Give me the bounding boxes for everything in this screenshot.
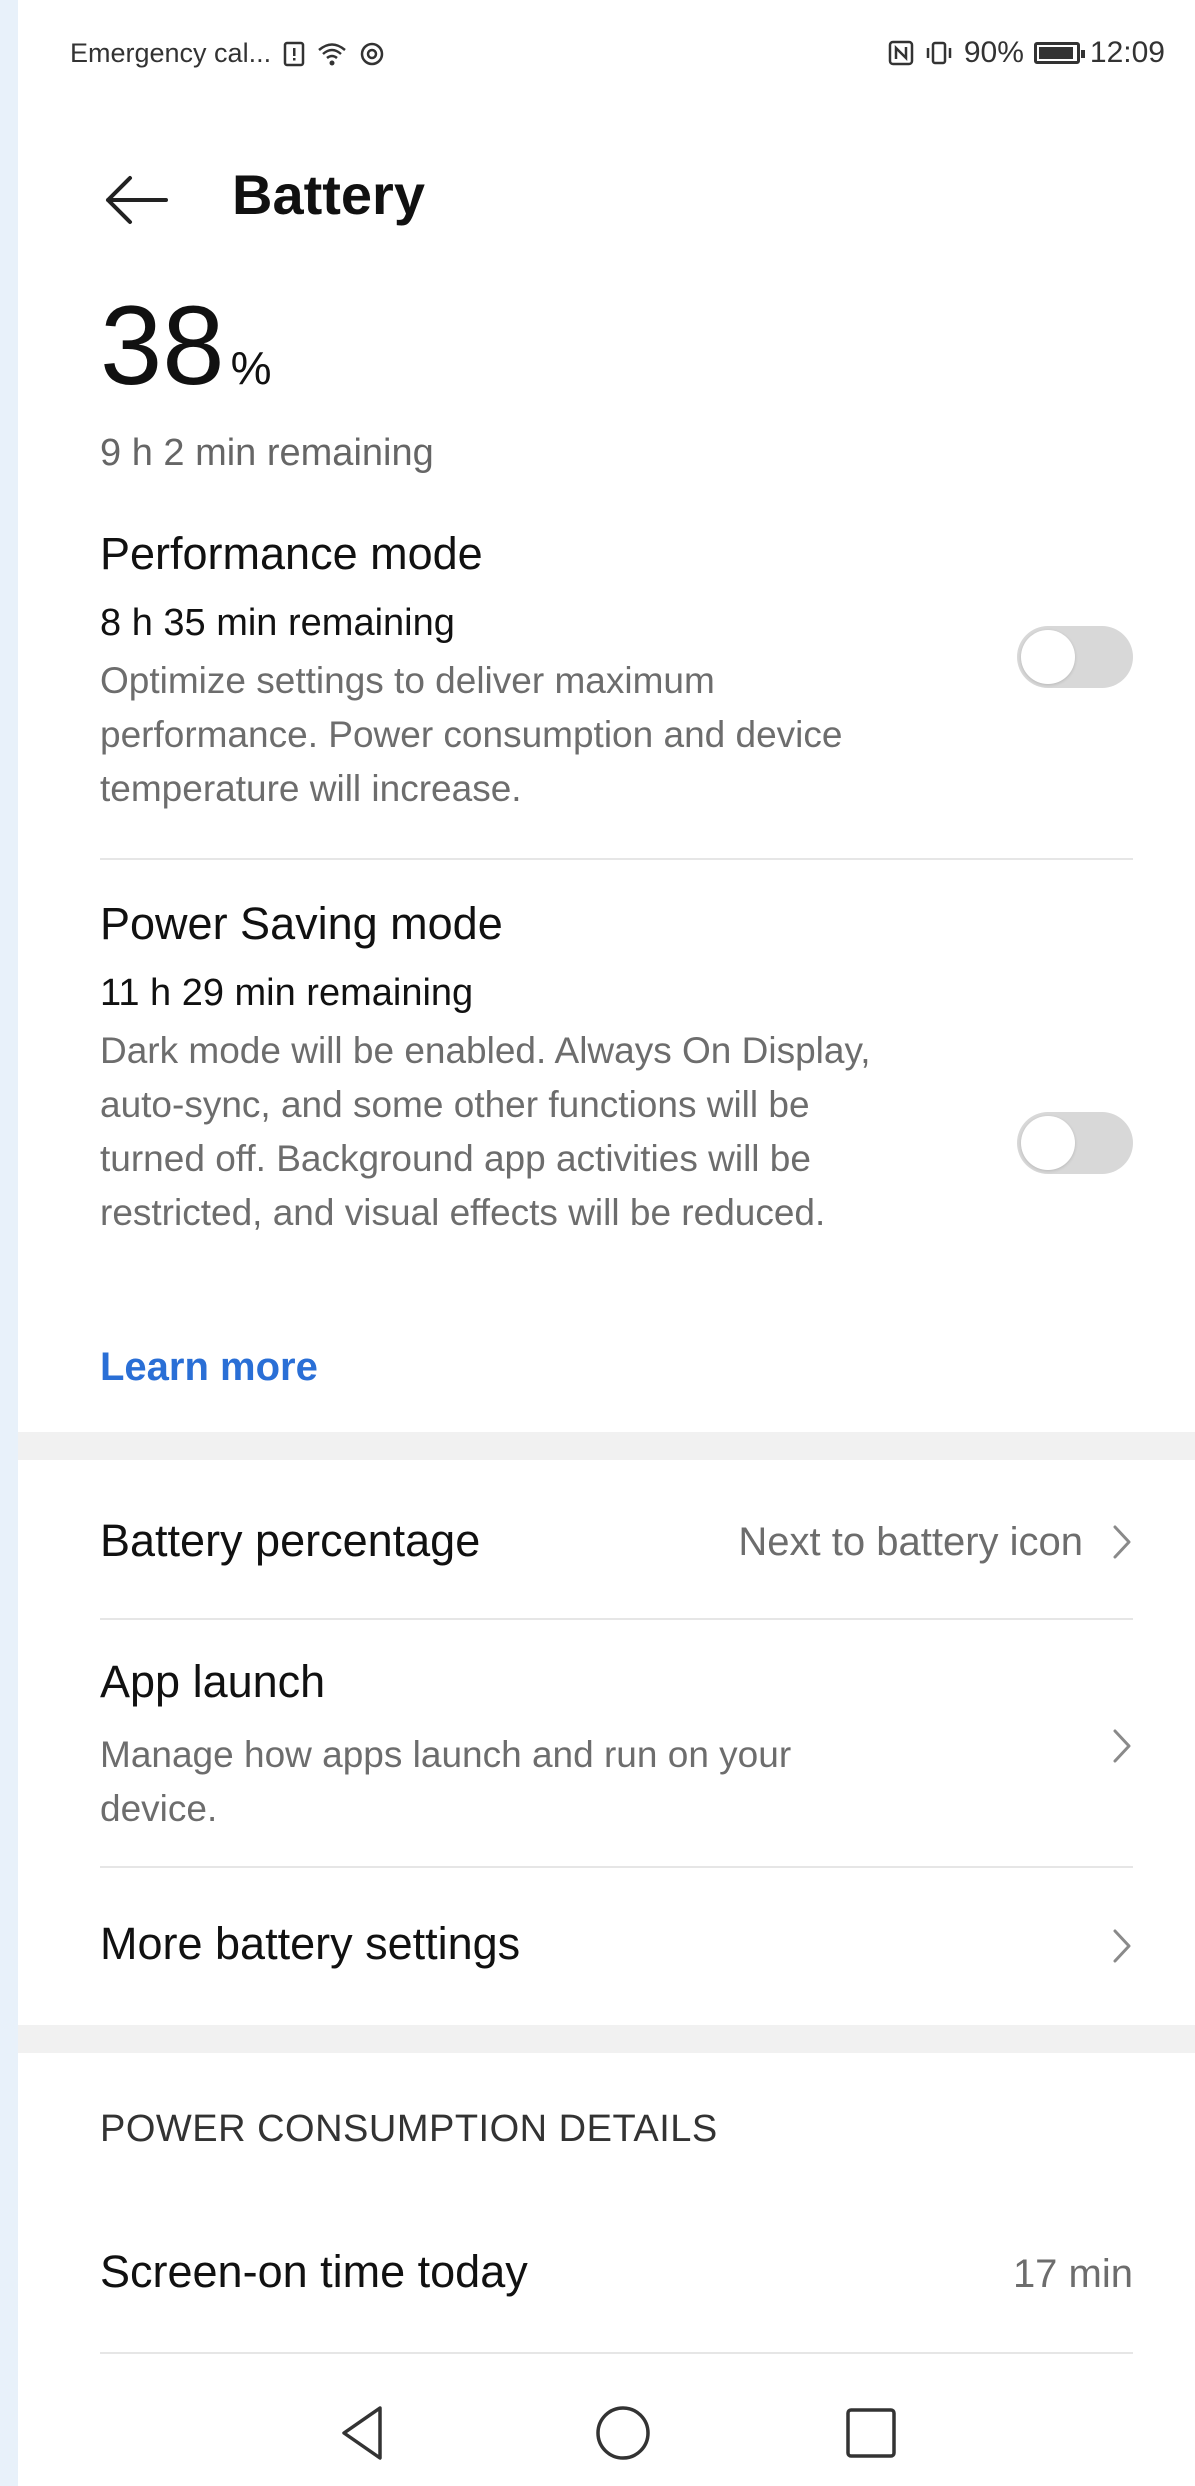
nfc-icon xyxy=(888,40,914,66)
battery-level-unit: % xyxy=(230,342,272,394)
power-saving-remaining: 11 h 29 min remaining xyxy=(100,972,474,1014)
page-title: Battery xyxy=(232,163,425,226)
status-right: 90% 12:09 xyxy=(888,36,1165,70)
battery-percentage-label: Battery percentage xyxy=(100,1515,481,1566)
performance-mode-title: Performance mode xyxy=(100,528,483,579)
clock: 12:09 xyxy=(1089,36,1165,69)
learn-more-link[interactable]: Learn more xyxy=(100,1345,318,1390)
power-saving-toggle[interactable] xyxy=(1017,1112,1133,1174)
divider xyxy=(100,1618,1133,1620)
vibrate-icon xyxy=(926,41,952,65)
divider xyxy=(100,1866,1133,1868)
navigation-bar xyxy=(18,2380,1195,2486)
battery-level: 38% xyxy=(100,290,271,402)
phone-screen: Emergency cal... 90% 12:09 Battery 38 % … xyxy=(18,0,1195,2486)
power-saving-desc: Dark mode will be enabled. Always On Dis… xyxy=(100,1030,871,1233)
section-separator xyxy=(18,2025,1195,2053)
screen-on-time-label: Screen-on time today xyxy=(100,2246,528,2297)
performance-mode-toggle[interactable] xyxy=(1017,626,1133,688)
status-bar: Emergency cal... 90% 12:09 xyxy=(18,0,1195,118)
battery-percentage-value: Next to battery icon xyxy=(738,1520,1083,1564)
toggle-knob xyxy=(1021,1116,1075,1170)
performance-mode-remaining: 8 h 35 min remaining xyxy=(100,602,455,644)
nav-back-icon[interactable] xyxy=(328,2398,398,2468)
sim-alert-icon xyxy=(283,41,305,66)
performance-mode-desc: Optimize settings to deliver maximum per… xyxy=(100,660,843,809)
more-battery-settings-label: More battery settings xyxy=(100,1918,521,1969)
app-launch-desc: Manage how apps launch and run on your d… xyxy=(100,1734,792,1829)
power-saving-title: Power Saving mode xyxy=(100,898,503,949)
carrier-text: Emergency cal... xyxy=(70,38,272,68)
battery-level-value: 38 xyxy=(100,283,225,408)
screen-on-time-value: 17 min xyxy=(1012,2252,1133,2296)
divider xyxy=(100,858,1133,860)
battery-percent-status: 90% xyxy=(963,36,1024,69)
battery-icon xyxy=(1033,42,1085,64)
back-arrow-icon[interactable] xyxy=(100,170,170,230)
vpn-icon xyxy=(360,42,384,65)
toggle-knob xyxy=(1021,630,1075,684)
divider xyxy=(100,2352,1133,2354)
wifi-icon xyxy=(318,42,346,65)
nav-home-icon[interactable] xyxy=(588,2398,658,2468)
nav-recents-icon[interactable] xyxy=(836,2398,906,2468)
chevron-right-icon xyxy=(1113,1729,1131,1763)
battery-remaining: 9 h 2 min remaining xyxy=(100,432,434,474)
app-header: Battery xyxy=(18,150,1195,250)
app-launch-label: App launch xyxy=(100,1656,326,1707)
chevron-right-icon xyxy=(1113,1929,1131,1963)
section-separator xyxy=(18,1432,1195,1460)
power-consumption-header: POWER CONSUMPTION DETAILS xyxy=(100,2108,718,2150)
status-left: Emergency cal... xyxy=(70,38,385,69)
chevron-right-icon xyxy=(1113,1525,1131,1559)
